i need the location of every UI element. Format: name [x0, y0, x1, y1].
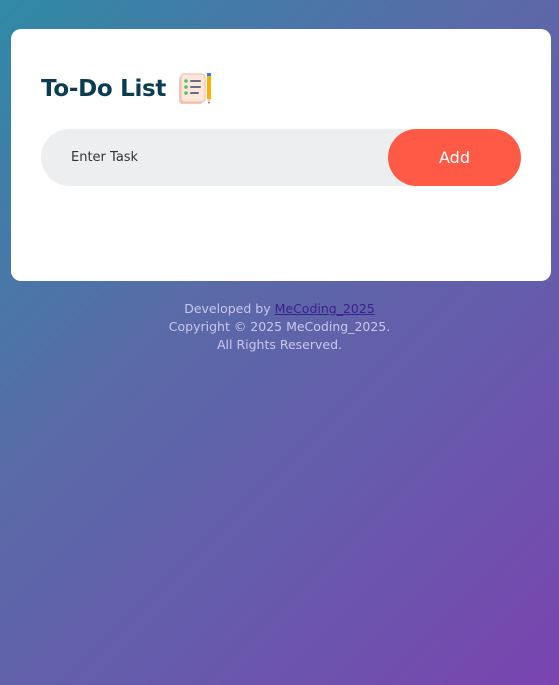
page-title: To-Do List: [41, 76, 167, 102]
todo-card: To-Do List Add: [11, 29, 551, 281]
footer-copyright: Copyright © 2025 MeCoding_2025.: [168, 319, 391, 334]
task-input-row: Add: [41, 129, 521, 186]
developer-link[interactable]: MeCoding_2025: [275, 301, 375, 316]
footer-rights: All Rights Reserved.: [216, 337, 343, 352]
footer-credit: Developed by MeCoding_2025: [0, 300, 559, 318]
title-row: To-Do List: [41, 71, 214, 107]
task-input[interactable]: [41, 129, 386, 186]
footer-developed-by: Developed by: [184, 301, 275, 316]
footer: Developed by MeCoding_2025 Copyright © 2…: [0, 300, 559, 354]
checklist-icon: [176, 71, 214, 107]
add-button[interactable]: Add: [388, 129, 521, 186]
